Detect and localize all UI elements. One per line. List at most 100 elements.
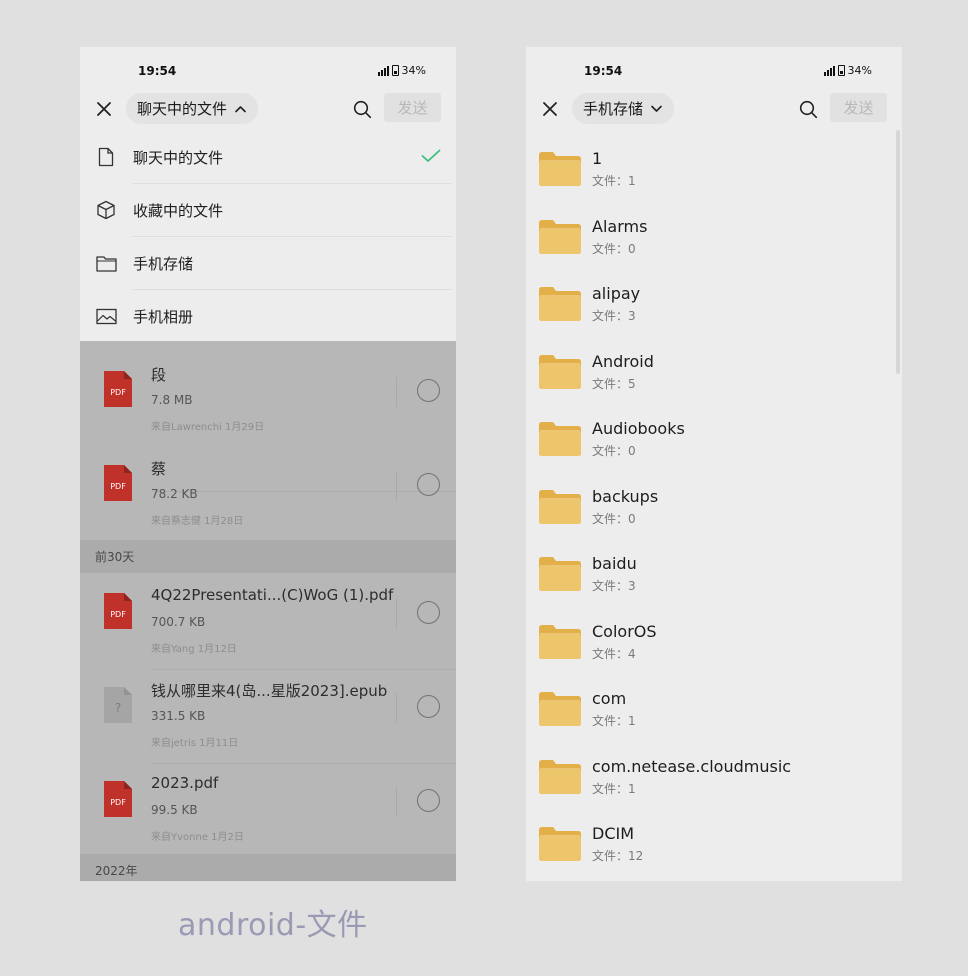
unknown-badge: ? [115, 701, 121, 715]
folder-outline-icon [95, 252, 117, 274]
search-button[interactable] [796, 97, 820, 121]
menu-item-chat-files[interactable]: 聊天中的文件 [80, 131, 456, 183]
source-picker-label: 聊天中的文件 [137, 100, 228, 118]
menu-item-label: 手机相册 [133, 307, 194, 326]
folder-name: Alarms [592, 216, 648, 236]
folder-file-count: 文件：1 [592, 174, 636, 188]
folder-icon [539, 219, 581, 254]
send-button[interactable]: 发送 [384, 93, 441, 122]
folder-name: ColorOS [592, 621, 657, 641]
folder-file-count: 文件：3 [592, 579, 636, 593]
file-row[interactable]: ? 钱从哪里来4(岛...星版2023].epub 331.5 KB 来自jet… [80, 657, 456, 751]
folder-name: com.netease.cloudmusic [592, 756, 792, 776]
file-row[interactable]: PDF 蔡 78.2 KB 来自蔡志健 1月28日 [80, 435, 456, 529]
folder-row[interactable]: Audiobooks 文件：0 [526, 405, 902, 472]
divider [396, 693, 397, 723]
pdf-file-icon: PDF [104, 593, 132, 629]
file-size: 700.7 KB [151, 615, 206, 629]
close-button[interactable] [538, 97, 562, 121]
source-picker-label: 手机存储 [583, 100, 644, 118]
pdf-file-icon: PDF [104, 781, 132, 817]
signal-icon [377, 65, 389, 76]
top-bar: 聊天中的文件 发送 [80, 93, 456, 125]
folder-icon [539, 287, 581, 321]
battery-percent: 34% [847, 64, 872, 77]
folder-row[interactable]: com 文件：1 [526, 675, 902, 742]
file-name: 4Q22Presentati...(C)WoG (1).pdf [151, 586, 394, 604]
folder-row[interactable]: ColorOS 文件：4 [526, 608, 902, 675]
close-button[interactable] [92, 97, 116, 121]
folder-file-count: 文件：0 [592, 241, 636, 256]
file-size: 99.5 KB [151, 803, 198, 817]
file-list-overlay: PDF 段 7.8 MB 来自Lawrenchi 1月29日 PDF 蔡 78.… [80, 341, 456, 881]
folder-row[interactable]: DCIM 文件：12 [526, 810, 902, 877]
unknown-file-icon: ? [104, 687, 132, 723]
folder-icon [539, 422, 581, 456]
search-icon [799, 100, 817, 118]
file-size: 331.5 KB [151, 709, 206, 723]
pdf-file-icon: PDF [104, 465, 132, 501]
file-row[interactable]: PDF 4Q22Presentati...(C)WoG (1).pdf 700.… [80, 563, 456, 657]
menu-item-label: 聊天中的文件 [133, 148, 224, 167]
status-icons: 34% [377, 64, 426, 77]
battery-icon [391, 65, 399, 76]
close-icon [97, 102, 111, 116]
pdf-badge: PDF [110, 610, 126, 619]
search-icon [353, 100, 371, 118]
divider [396, 787, 397, 817]
document-icon [95, 146, 117, 168]
file-source: 来自jetris 1月11日 [151, 738, 239, 749]
battery-percent: 34% [401, 64, 426, 77]
pdf-file-icon: PDF [104, 371, 132, 407]
folder-name: com [592, 689, 627, 708]
phone-storage-screen: 19:54 34% 手机存储 发送 1 文件：1 Alarms 文件：0 alipay 文… [526, 47, 902, 881]
folder-icon [539, 624, 581, 659]
file-row[interactable]: PDF 2023.pdf 99.5 KB 来自Yvonne 1月2日 [80, 751, 456, 845]
folder-name: baidu [592, 554, 637, 573]
file-name: 2023.pdf [151, 774, 219, 792]
menu-item-phone-storage[interactable]: 手机存储 [80, 237, 456, 289]
status-time: 19:54 [584, 64, 623, 78]
folder-icon [539, 557, 581, 591]
file-name: 段 [151, 366, 167, 384]
divider [396, 599, 397, 629]
source-picker[interactable]: 手机存储 [572, 93, 675, 124]
select-radio[interactable] [417, 473, 440, 496]
folder-file-count: 文件：5 [592, 376, 636, 391]
folder-icon [539, 354, 581, 389]
select-radio[interactable] [417, 379, 440, 402]
menu-item-favorite-files[interactable]: 收藏中的文件 [80, 184, 456, 236]
cube-icon [95, 199, 117, 221]
chat-files-screen: 19:54 34% 聊天中的文件 发送 聊天中的文件 收藏中的文件 手机存储 手… [80, 47, 456, 881]
menu-item-label: 收藏中的文件 [133, 201, 224, 220]
send-button[interactable]: 发送 [830, 93, 887, 122]
pdf-badge: PDF [110, 388, 126, 397]
folder-row[interactable]: Android 文件：5 [526, 338, 902, 405]
menu-item-phone-album[interactable]: 手机相册 [80, 290, 456, 342]
pdf-badge: PDF [110, 482, 126, 491]
search-button[interactable] [350, 97, 374, 121]
file-size: 78.2 KB [151, 487, 198, 501]
folder-row[interactable]: backups 文件：0 [526, 473, 902, 540]
folder-row[interactable]: com.netease.cloudmusic 文件：1 [526, 743, 902, 810]
folder-row[interactable]: Alarms 文件：0 [526, 203, 902, 270]
source-dropdown-menu: 聊天中的文件 收藏中的文件 手机存储 手机相册 [80, 131, 456, 341]
file-source: 来自Lawrenchi 1月29日 [151, 422, 265, 433]
select-radio[interactable] [417, 789, 440, 812]
status-bar: 19:54 34% [526, 47, 902, 95]
file-row[interactable]: PDF 段 7.8 MB 来自Lawrenchi 1月29日 [80, 341, 456, 435]
folder-name: Android [592, 351, 654, 371]
section-header: 2022年 [80, 854, 456, 881]
source-picker[interactable]: 聊天中的文件 [126, 93, 259, 124]
folder-row[interactable]: 1 文件：1 [526, 135, 902, 202]
signal-icon [823, 65, 835, 76]
folder-row[interactable]: baidu 文件：3 [526, 540, 902, 607]
folder-row[interactable]: alipay 文件：3 [526, 270, 902, 337]
select-radio[interactable] [417, 601, 440, 624]
battery-icon [837, 65, 845, 76]
scrollbar[interactable] [896, 130, 900, 374]
select-radio[interactable] [417, 695, 440, 718]
top-bar: 手机存储 发送 [526, 93, 902, 125]
file-source: 来自蔡志健 1月28日 [151, 516, 244, 527]
folder-name: backups [592, 486, 659, 506]
